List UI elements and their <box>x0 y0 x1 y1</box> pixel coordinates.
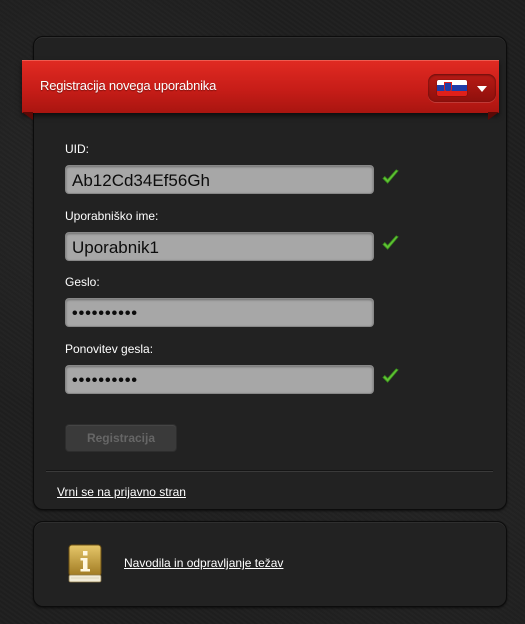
back-to-login-link[interactable]: Vrni se na prijavno stran <box>57 485 186 499</box>
password-repeat-label: Ponovitev gesla: <box>65 342 154 356</box>
register-button[interactable]: Registracija <box>65 424 177 452</box>
divider <box>46 470 493 472</box>
uid-input[interactable]: Ab12Cd34Ef56Gh <box>65 165 374 194</box>
uid-valid-check-icon <box>382 169 399 184</box>
username-valid-check-icon <box>382 235 399 250</box>
ribbon-fold-left <box>22 112 33 120</box>
slovenia-flag-icon <box>437 80 467 96</box>
page-title: Registracija novega uporabnika <box>40 78 217 93</box>
language-selector[interactable] <box>428 74 496 102</box>
password-repeat-valid-check-icon <box>382 368 399 383</box>
password-repeat-input[interactable]: •••••••••• <box>65 365 374 394</box>
info-book-icon[interactable] <box>67 543 103 585</box>
username-label: Uporabniško ime: <box>65 209 159 223</box>
chevron-down-icon <box>477 86 487 92</box>
password-input[interactable]: •••••••••• <box>65 298 374 327</box>
username-input[interactable]: Uporabnik1 <box>65 232 374 261</box>
ribbon-fold-right <box>488 112 499 120</box>
help-link[interactable]: Navodila in odpravljanje težav <box>124 556 283 570</box>
password-label: Geslo: <box>65 275 100 289</box>
uid-label: UID: <box>65 142 89 156</box>
